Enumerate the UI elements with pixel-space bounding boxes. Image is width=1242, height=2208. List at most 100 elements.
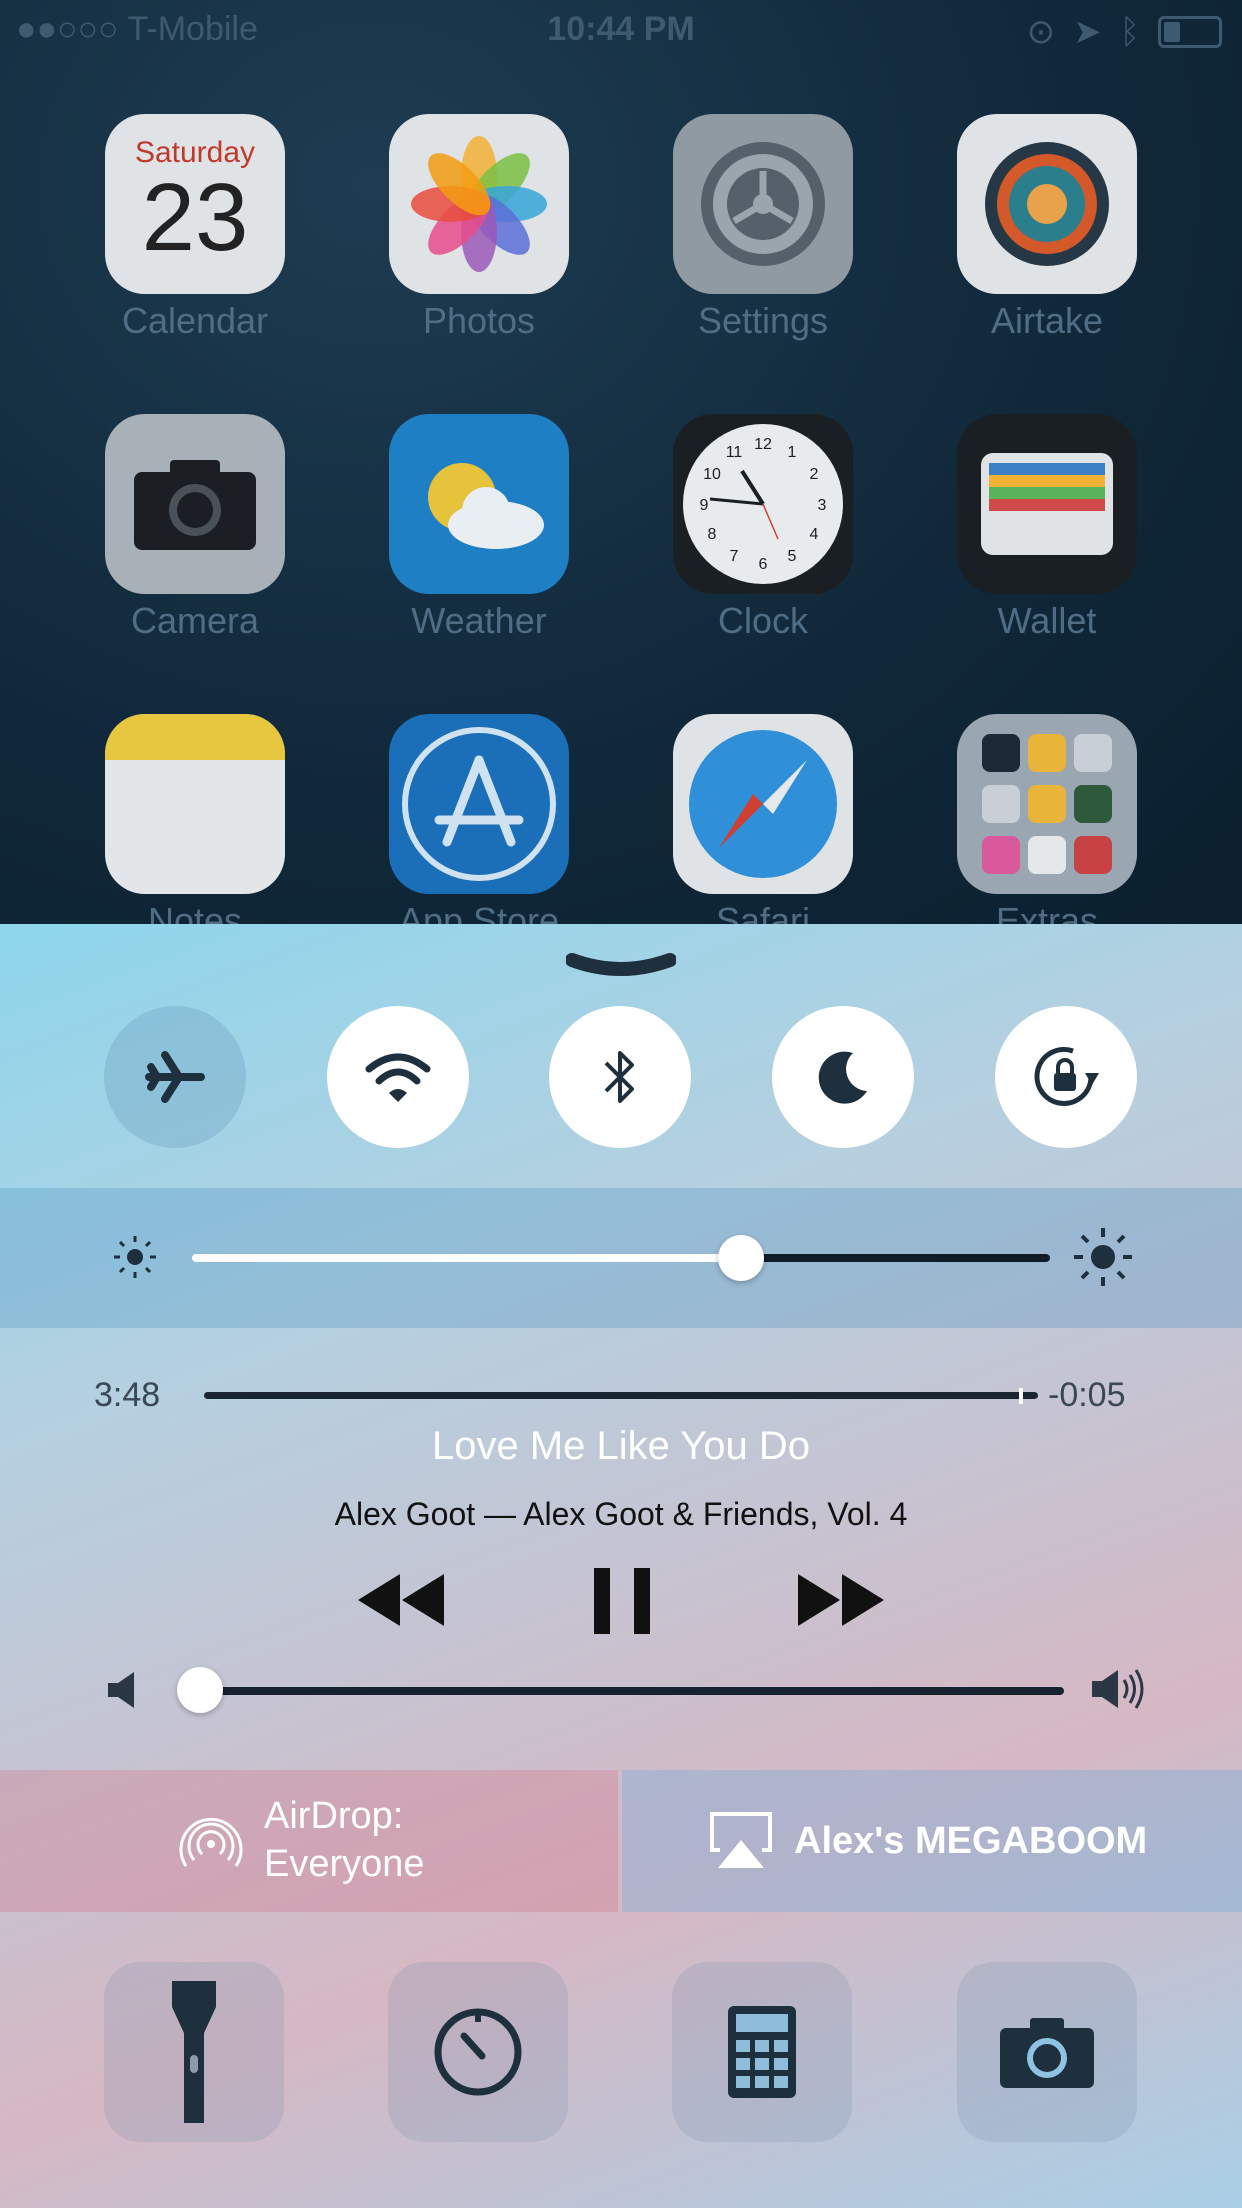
notes-icon <box>105 714 285 894</box>
svg-text:4: 4 <box>810 526 819 543</box>
wifi-toggle[interactable] <box>327 1006 469 1148</box>
airdrop-icon <box>179 1817 243 1867</box>
pause-button[interactable] <box>594 1568 650 1634</box>
airdrop-button[interactable]: AirDrop: Everyone <box>0 1770 618 1912</box>
airplay-button[interactable]: Alex's MEGABOOM <box>622 1770 1242 1912</box>
app-label: App Store <box>398 900 560 924</box>
rotation-lock-toggle[interactable] <box>995 1006 1137 1148</box>
app-notes[interactable]: Notes <box>105 714 285 924</box>
app-label: Photos <box>422 300 536 341</box>
svg-text:9: 9 <box>700 497 709 514</box>
photos-icon <box>389 114 569 294</box>
svg-text:10: 10 <box>703 466 721 483</box>
status-bar: ●●○○○ T-Mobile 10:44 PM ⊙ ➤ ᛒ <box>0 0 1242 62</box>
track-title: Love Me Like You Do <box>431 1424 811 1468</box>
bluetooth-status-icon: ᛒ <box>1119 12 1140 51</box>
location-icon: ➤ <box>1073 13 1102 51</box>
app-camera[interactable]: Camera <box>105 414 285 642</box>
camera-app-icon <box>105 414 285 594</box>
volume-low-icon <box>108 1672 134 1708</box>
moon-icon <box>818 1051 867 1104</box>
svg-text:12: 12 <box>754 436 772 453</box>
control-center: 3:48 -0:05 Love Me Like You Do Alex Goot… <box>0 924 1242 2208</box>
wifi-icon <box>365 1053 431 1102</box>
app-label: Notes <box>147 900 243 924</box>
airdrop-setting: Everyone <box>264 1843 425 1885</box>
airtake-icon <box>957 114 1137 294</box>
svg-text:3: 3 <box>818 497 827 514</box>
app-label: Settings <box>697 300 829 341</box>
app-clock[interactable]: 12 1 2 3 45 6 78 9 10 11 Clock <box>673 414 853 642</box>
app-label: Camera <box>130 600 260 641</box>
app-app-store[interactable]: App Store <box>389 714 569 924</box>
app-weather[interactable]: Weather <box>389 414 569 642</box>
camera-button[interactable] <box>957 1962 1137 2142</box>
settings-gear-icon <box>673 114 853 294</box>
brightness-slider-thumb[interactable] <box>718 1235 765 1281</box>
calculator-icon <box>728 2006 796 2098</box>
app-safari[interactable]: Safari <box>673 714 853 924</box>
app-label: Calendar <box>121 300 269 341</box>
app-calendar[interactable]: Saturday 23 Calendar <box>105 114 285 342</box>
flashlight-icon <box>172 1981 216 2123</box>
airplane-icon <box>145 1051 205 1103</box>
svg-text:7: 7 <box>730 548 739 565</box>
do-not-disturb-toggle[interactable] <box>772 1006 914 1148</box>
svg-text:2: 2 <box>810 466 819 483</box>
app-extras-folder[interactable]: Extras <box>957 714 1137 924</box>
app-photos[interactable]: Photos <box>389 114 569 342</box>
scrubber-track[interactable] <box>204 1392 1038 1399</box>
airplane-mode-toggle[interactable] <box>104 1006 246 1148</box>
weather-icon <box>389 414 569 594</box>
flashlight-button[interactable] <box>104 1962 284 2142</box>
timer-button[interactable] <box>388 1962 568 2142</box>
fast-forward-button[interactable] <box>796 1572 886 1628</box>
brightness-slider-track <box>741 1254 1050 1262</box>
calculator-button[interactable] <box>672 1962 852 2142</box>
svg-text:11: 11 <box>726 444 743 461</box>
home-screen: ●●○○○ T-Mobile 10:44 PM ⊙ ➤ ᛒ Saturday 2… <box>0 0 1242 924</box>
camera-icon <box>1000 2018 1094 2088</box>
app-settings[interactable]: Settings <box>673 114 853 342</box>
clock-icon: 12 1 2 3 45 6 78 9 10 11 <box>673 414 853 594</box>
brightness-low-icon <box>114 1236 156 1278</box>
safari-icon <box>673 714 853 894</box>
app-label: Weather <box>411 600 547 641</box>
svg-text:6: 6 <box>759 556 768 573</box>
svg-text:1: 1 <box>788 444 797 461</box>
scrubber-position[interactable] <box>1019 1388 1024 1404</box>
airplay-icon <box>710 1812 772 1868</box>
chevron-down-icon[interactable] <box>566 952 676 978</box>
folder-icon <box>957 714 1137 894</box>
app-label: Wallet <box>997 600 1097 641</box>
remaining-time: -0:05 <box>1048 1376 1126 1414</box>
airplay-device-label: Alex's MEGABOOM <box>794 1820 1148 1862</box>
app-store-icon <box>389 714 569 894</box>
rotation-lock-icon <box>1034 1046 1099 1106</box>
svg-text:8: 8 <box>708 526 717 543</box>
airdrop-label: AirDrop: <box>264 1795 404 1837</box>
app-airtake[interactable]: Airtake <box>957 114 1137 342</box>
bluetooth-icon <box>604 1051 634 1103</box>
svg-text:5: 5 <box>788 548 797 565</box>
brightness-high-icon <box>1074 1228 1132 1286</box>
volume-slider-track <box>200 1687 1064 1695</box>
rewind-button[interactable] <box>356 1572 446 1628</box>
app-label: Extras <box>995 900 1099 924</box>
artist-album: Alex Goot — Alex Goot & Friends, Vol. 4 <box>334 1496 908 1532</box>
app-label: Clock <box>717 600 809 641</box>
app-wallet[interactable]: Wallet <box>957 414 1137 642</box>
volume-slider-thumb[interactable] <box>177 1667 223 1713</box>
calendar-date: 23 <box>141 164 249 271</box>
airdrop-airplay-bar: AirDrop: Everyone Alex's MEGABOOM <box>0 1770 1242 1912</box>
app-label: Safari <box>715 900 811 924</box>
app-label: Airtake <box>990 300 1104 341</box>
wallet-icon <box>957 414 1137 594</box>
calendar-icon: Saturday 23 <box>105 114 285 294</box>
brightness-slider-filled <box>192 1254 742 1262</box>
volume-high-icon <box>1092 1669 1144 1709</box>
timer-icon <box>434 2008 522 2096</box>
lock-rotation-status-icon: ⊙ <box>1026 13 1056 51</box>
bluetooth-toggle[interactable] <box>549 1006 691 1148</box>
elapsed-time: 3:48 <box>94 1376 161 1414</box>
